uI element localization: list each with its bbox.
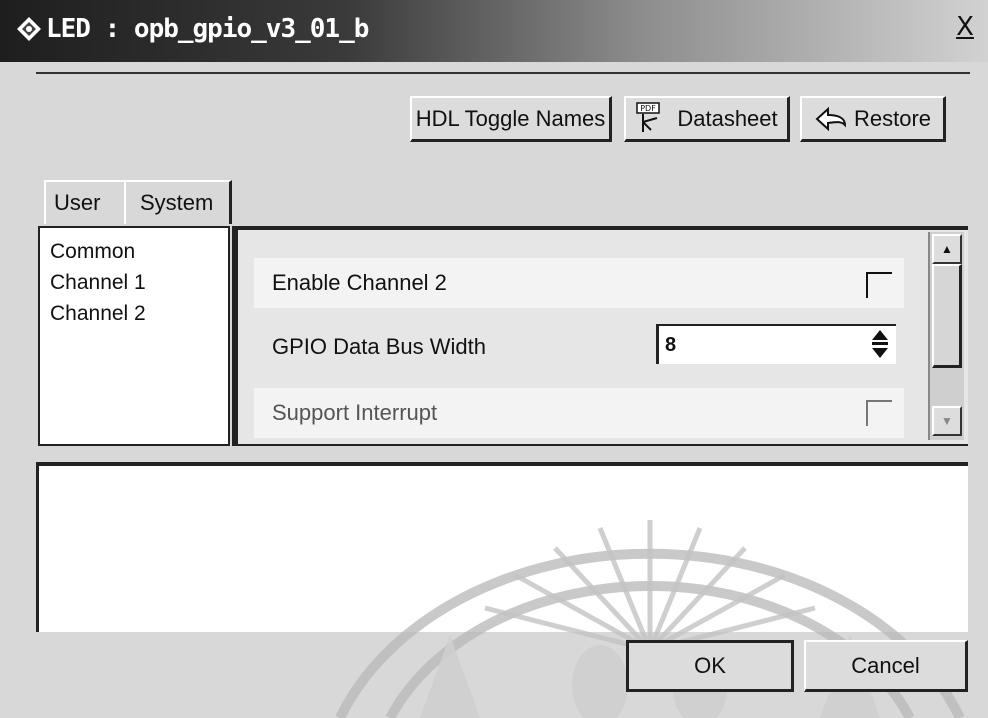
vertical-scrollbar[interactable]: ▲ ▼ [928,232,964,440]
gpio-width-label: GPIO Data Bus Width [272,334,486,359]
tab-system[interactable]: System [124,180,232,224]
gpio-width-spinbox[interactable]: 8 [656,324,896,364]
divider [36,72,970,74]
hdl-toggle-names-label: HDL Toggle Names [415,105,606,131]
cancel-button[interactable]: Cancel [804,640,968,692]
window-title: LED : opb_gpio_v3_01_b [46,14,369,44]
category-item-channel-1[interactable]: Channel 1 [50,267,228,298]
pdf-document-icon: PDF [636,101,661,132]
title-bar: LED : opb_gpio_v3_01_b X [0,0,988,62]
scroll-up-button[interactable]: ▲ [932,234,962,264]
description-area [36,462,968,632]
datasheet-label: Datasheet [677,105,778,131]
datasheet-button[interactable]: PDF Datasheet [624,96,790,142]
ok-button[interactable]: OK [626,640,794,692]
svg-text:PDF: PDF [641,104,657,113]
tab-system-label: System [140,190,214,215]
support-interrupt-checkbox[interactable] [866,400,892,426]
cancel-label: Cancel [851,652,920,678]
app-diamond-icon [17,17,41,41]
ok-label: OK [694,653,726,678]
tab-user[interactable]: User [44,180,124,224]
param-row-enable-channel-2: Enable Channel 2 [254,258,904,308]
category-item-channel-2[interactable]: Channel 2 [50,298,228,329]
restore-button[interactable]: Restore [800,96,946,142]
param-row-support-interrupt: Support Interrupt [254,388,904,438]
scroll-down-button[interactable]: ▼ [932,406,962,436]
support-interrupt-label: Support Interrupt [272,400,438,425]
category-item-common[interactable]: Common [50,236,228,267]
restore-label: Restore [853,105,932,131]
gpio-width-value: 8 [665,334,677,356]
hdl-toggle-names-button[interactable]: HDL Toggle Names [410,96,612,142]
enable-channel-2-checkbox[interactable] [866,272,892,298]
restore-arrow-icon [815,106,846,131]
close-button[interactable]: X [952,14,978,40]
parameter-panel: Enable Channel 2 GPIO Data Bus Width 8 S… [232,226,968,446]
spin-arrows-icon[interactable] [870,328,890,360]
scroll-thumb[interactable] [932,264,962,368]
enable-channel-2-label: Enable Channel 2 [272,270,447,295]
tab-user-label: User [54,190,101,215]
category-list: Common Channel 1 Channel 2 [38,226,230,446]
